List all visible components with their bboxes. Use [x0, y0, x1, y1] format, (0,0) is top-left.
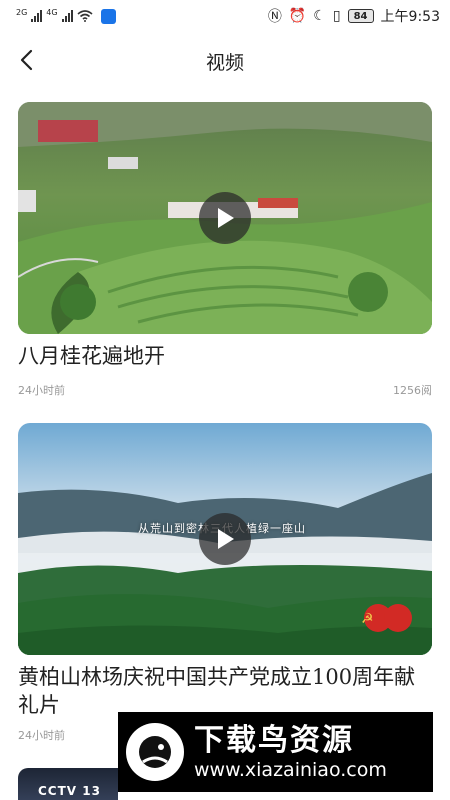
watermark-url: www.xiazainiao.com [194, 759, 387, 781]
view-count: 1256阅 [393, 384, 432, 397]
video-card[interactable]: ☭ 从荒山到密林三代人植绿一座山 黄柏山林场庆祝中国共产党成立100周年献礼片 … [18, 423, 432, 743]
video-title[interactable]: 八月桂花遍地开 [18, 342, 432, 370]
play-icon [218, 529, 234, 549]
status-time: 上午9:53 [380, 9, 440, 25]
play-icon [218, 208, 234, 228]
signal-icon [61, 10, 73, 22]
signal-icon [31, 10, 43, 22]
time-ago: 24小时前 [18, 729, 65, 742]
play-button[interactable] [199, 513, 251, 565]
net-4g-label: 4G [46, 8, 58, 17]
alarm-icon: ⏰ [288, 8, 307, 24]
watermark-name: 下载鸟资源 [194, 723, 354, 758]
status-right: Ⓝ ⏰ ☾ ▯ 84 上午9:53 [268, 6, 440, 26]
nav-bar: 视频 [0, 32, 450, 88]
play-button[interactable] [199, 192, 251, 244]
video-card[interactable]: 八月桂花遍地开 24小时前 1256阅 [18, 102, 432, 398]
svg-text:☭: ☭ [361, 611, 374, 627]
wifi-icon [77, 10, 93, 22]
video-meta: 24小时前 1256阅 [18, 382, 432, 398]
net-2g-label: 2G [16, 8, 28, 17]
moon-icon: ☾ [313, 8, 326, 24]
video-thumbnail[interactable] [18, 102, 432, 334]
cctv-logo: CCTV 13 [38, 784, 101, 798]
video-title[interactable]: 黄柏山林场庆祝中国共产党成立100周年献礼片 [18, 663, 432, 719]
watermark-banner: 下载鸟资源 www.xiazainiao.com [118, 712, 433, 792]
video-thumbnail[interactable]: CCTV 13 [18, 768, 118, 800]
video-thumbnail[interactable]: ☭ 从荒山到密林三代人植绿一座山 [18, 423, 432, 655]
time-ago: 24小时前 [18, 384, 65, 397]
status-left: 2G 4G [16, 8, 116, 24]
shield-app-icon [100, 8, 116, 24]
battery-indicator: 84 [347, 9, 374, 23]
watermark-text: 下载鸟资源 www.xiazainiao.com [194, 723, 387, 781]
nfc-icon: Ⓝ [267, 9, 282, 25]
vibrate-icon: ▯ [332, 8, 341, 24]
status-bar: 2G 4G Ⓝ ⏰ ☾ ▯ 84 上午9:53 [0, 0, 450, 32]
bird-logo-icon [126, 723, 184, 781]
page-title: 视频 [205, 52, 244, 74]
